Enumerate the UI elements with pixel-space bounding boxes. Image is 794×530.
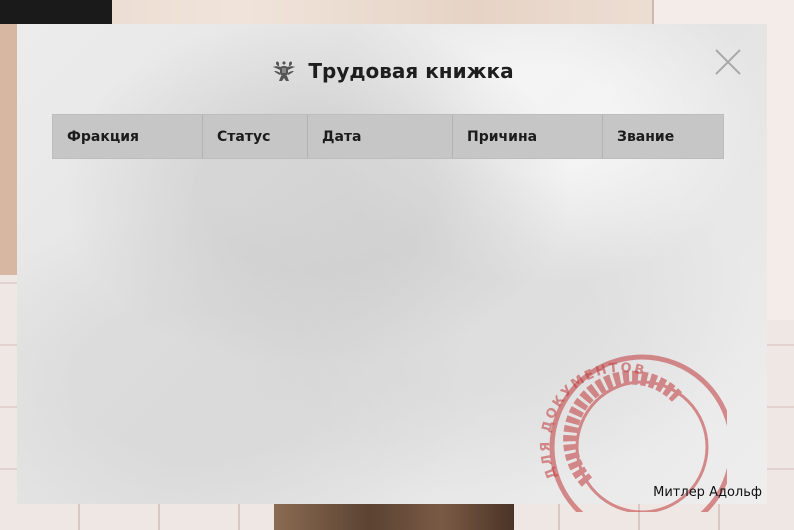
column-header-rank: Звание <box>617 128 675 145</box>
dialog-title: Трудовая книжка <box>308 59 514 83</box>
dialog-header: Трудовая книжка <box>17 56 767 86</box>
column-header-status: Статус <box>203 115 308 158</box>
records-table-header: Фракция Статус Дата Причина Звание <box>52 114 724 159</box>
column-header-date: Дата <box>308 115 453 158</box>
coat-of-arms-icon <box>273 61 296 81</box>
column-header-faction: Фракция <box>53 115 203 158</box>
column-header-reason: Причина <box>453 115 603 158</box>
svg-text:ДЛЯ ДОКУМЕНТОВ: ДЛЯ ДОКУМЕНТОВ <box>538 361 647 482</box>
record-owner-name: Митлер Адольф <box>653 485 762 500</box>
player-character <box>274 500 514 530</box>
close-icon[interactable] <box>714 48 742 76</box>
background-window <box>0 0 112 24</box>
employment-record-dialog: Трудовая книжка Фракция Статус Дата Прич… <box>17 24 767 512</box>
stamp-text: ДЛЯ ДОКУМЕНТОВ <box>538 361 645 482</box>
